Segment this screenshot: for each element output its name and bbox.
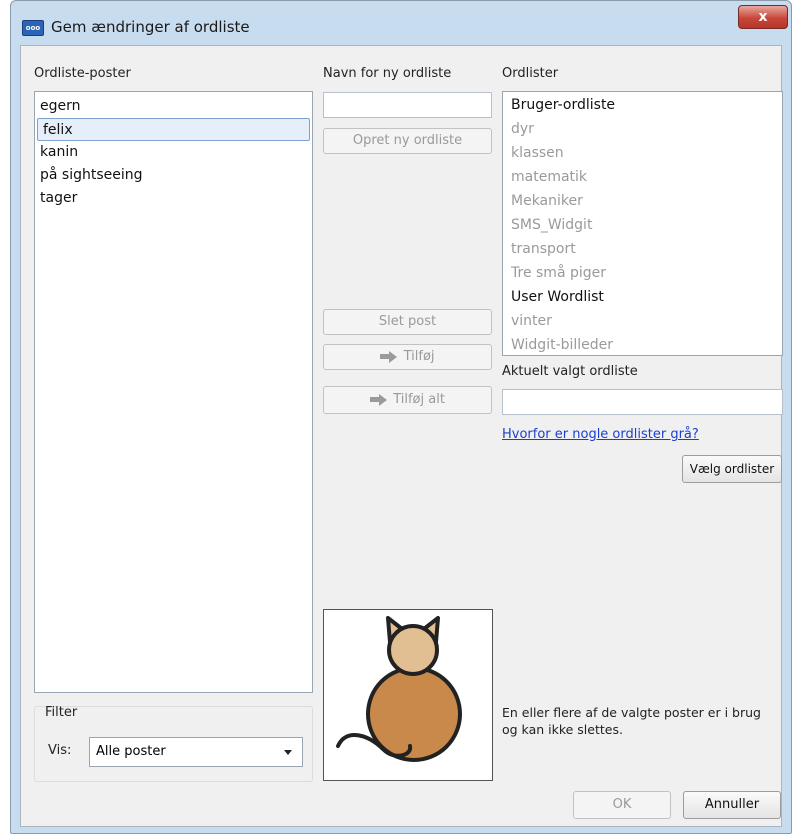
list-item-selected[interactable]: felix — [37, 118, 310, 141]
entries-listbox[interactable]: egern felix kanin på sightseeing tager — [34, 91, 313, 693]
symbol-preview — [323, 609, 493, 781]
wordlist-item[interactable]: Mekaniker — [503, 189, 782, 213]
current-list-label: Aktuelt valgt ordliste — [502, 364, 638, 379]
filter-group: Filter Vis: Alle poster — [34, 705, 313, 782]
wordlist-item[interactable]: vinter — [503, 309, 782, 333]
list-item[interactable]: på sightseeing — [35, 164, 312, 187]
show-label: Vis: — [48, 743, 72, 758]
wordlist-item[interactable]: transport — [503, 237, 782, 261]
add-button[interactable]: Tilføj — [323, 344, 492, 370]
wordlist-item[interactable]: User Wordlist — [503, 285, 782, 309]
window-title: Gem ændringer af ordliste — [51, 18, 250, 36]
cancel-button[interactable]: Annuller — [683, 791, 781, 819]
title-bar[interactable]: ooo Gem ændringer af ordliste x — [11, 1, 791, 45]
filter-select-value: Alle poster — [96, 744, 166, 759]
close-button[interactable]: x — [738, 5, 788, 29]
filter-label: Filter — [45, 705, 78, 720]
chevron-down-icon[interactable] — [284, 750, 292, 755]
wordlists-listbox[interactable]: Bruger-ordliste dyr klassen matematik Me… — [502, 91, 783, 356]
list-item[interactable]: tager — [35, 187, 312, 210]
wordlist-item[interactable]: Widgit-billeder — [503, 333, 782, 355]
why-gray-link[interactable]: Hvorfor er nogle ordlister grå? — [502, 427, 699, 442]
entries-label: Ordliste-poster — [34, 66, 131, 81]
wordlist-item[interactable]: Bruger-ordliste — [503, 93, 782, 117]
wordlist-item[interactable]: dyr — [503, 117, 782, 141]
current-list-field — [502, 389, 783, 415]
arrow-right-icon — [380, 349, 399, 364]
close-icon: x — [758, 9, 768, 25]
arrow-right-icon — [370, 392, 389, 407]
dialog-body: Ordliste-poster egern felix kanin på sig… — [20, 45, 783, 827]
cat-symbol-icon — [336, 616, 462, 762]
wordlists-label: Ordlister — [502, 66, 559, 81]
new-list-name-input[interactable] — [323, 92, 492, 118]
wordlist-item[interactable]: Tre små piger — [503, 261, 782, 285]
new-list-name-label: Navn for ny ordliste — [323, 66, 452, 81]
delete-entry-button[interactable]: Slet post — [323, 309, 492, 335]
list-item[interactable]: kanin — [35, 141, 312, 164]
list-item[interactable]: egern — [35, 95, 312, 118]
create-list-button[interactable]: Opret ny ordliste — [323, 128, 492, 154]
wordlist-item[interactable]: SMS_Widgit — [503, 213, 782, 237]
add-all-button-label: Tilføj alt — [393, 392, 445, 407]
wordlist-item[interactable]: klassen — [503, 141, 782, 165]
dialog-window: ooo Gem ændringer af ordliste x Ordliste… — [10, 0, 792, 834]
choose-wordlists-button[interactable]: Vælg ordlister — [682, 455, 782, 483]
add-all-button[interactable]: Tilføj alt — [323, 386, 492, 414]
filter-select[interactable]: Alle poster — [89, 737, 303, 767]
ok-button[interactable]: OK — [573, 791, 671, 819]
status-message: En eller flere af de valgte poster er i … — [502, 705, 761, 737]
wordlist-item[interactable]: matematik — [503, 165, 782, 189]
add-button-label: Tilføj — [403, 349, 435, 364]
app-icon: ooo — [22, 20, 44, 36]
